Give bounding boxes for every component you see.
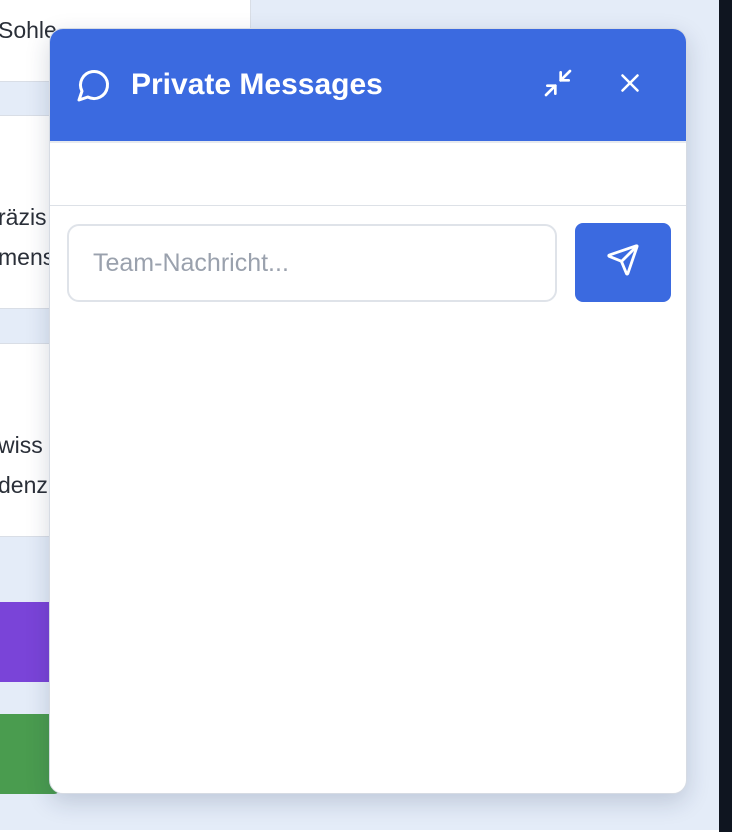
private-messages-window: Private Messages bbox=[49, 28, 687, 794]
minimize-button[interactable] bbox=[540, 67, 576, 103]
close-icon bbox=[615, 68, 645, 103]
card-text: wiss bbox=[0, 432, 43, 458]
close-button[interactable] bbox=[612, 67, 648, 103]
minimize-icon bbox=[542, 67, 574, 104]
card-text: mens bbox=[0, 244, 55, 270]
chat-title: Private Messages bbox=[131, 68, 383, 101]
chat-bubble-icon bbox=[76, 67, 112, 103]
message-input[interactable] bbox=[67, 224, 557, 302]
card-text: räzis bbox=[0, 204, 47, 230]
input-divider bbox=[50, 205, 686, 206]
window-edge bbox=[719, 0, 732, 832]
send-icon bbox=[606, 243, 640, 282]
messages-list bbox=[50, 143, 686, 205]
chat-header: Private Messages bbox=[50, 29, 686, 141]
card-text: denz bbox=[0, 472, 48, 498]
send-button[interactable] bbox=[575, 223, 671, 302]
